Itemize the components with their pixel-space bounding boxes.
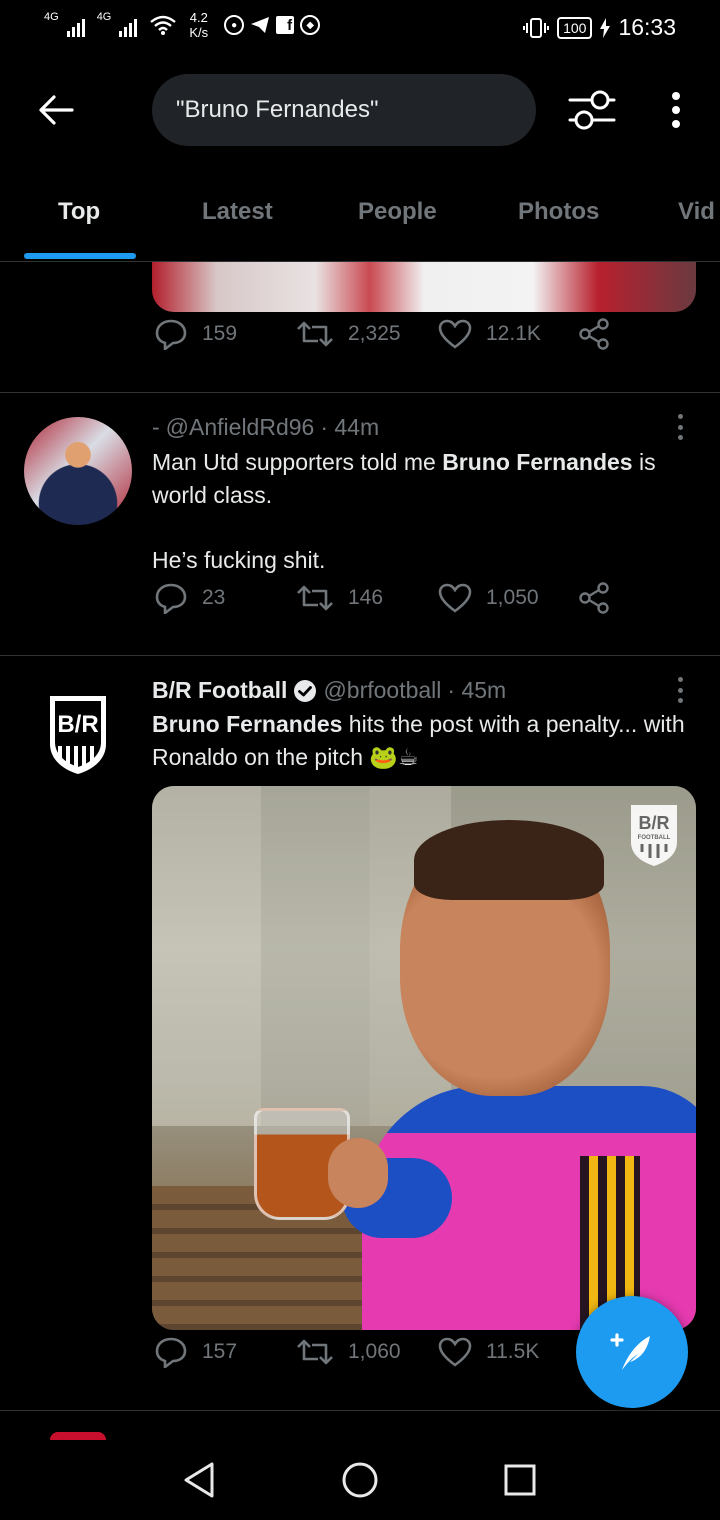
highlighted-term: Bruno Fernandes [442,449,633,475]
share-icon [579,318,609,350]
photo-person-hair [414,820,604,900]
tweet-text-paragraph: He’s fucking shit. [152,547,326,573]
vibrate-icon [523,17,550,38]
retweet-icon [297,321,333,347]
compose-tweet-button[interactable] [576,1296,688,1408]
back-button[interactable] [34,88,78,132]
more-options-button[interactable] [660,88,692,132]
br-football-watermark: B/R FOOTBALL [631,805,677,866]
tab-photos[interactable]: Photos [518,198,599,226]
divider [0,655,720,656]
reply-icon [155,583,187,614]
svg-text:B/R: B/R [639,813,670,833]
display-name[interactable]: - [152,414,160,441]
clock: 16:33 [618,14,676,40]
user-handle[interactable]: @AnfieldRd96 [166,414,315,441]
search-query: "Bruno Fernandes" [176,96,379,123]
signal-label: 4G [44,11,59,23]
share-button[interactable] [578,582,610,614]
tweet-header: - @AnfieldRd96 · 44m [152,414,379,441]
football-icon: ● [224,15,245,35]
retweet-button[interactable]: 1,060 [296,1337,401,1367]
system-navigation-bar [0,1440,720,1520]
compose-feather-icon [610,1333,650,1370]
reply-button[interactable]: 23 [154,582,225,614]
tweet-photo[interactable]: B/R FOOTBALL [152,786,696,1330]
avatar[interactable] [50,1432,106,1440]
club-crest-icon: ◆ [300,15,321,35]
retweet-icon [297,1339,333,1365]
active-tab-indicator [24,253,136,259]
charging-icon [600,17,611,38]
avatar[interactable] [24,417,132,525]
svg-text:B/R: B/R [57,711,98,738]
emoji: 🐸☕ [369,744,419,770]
display-name[interactable]: B/R Football [152,677,287,704]
battery-indicator: 100 [557,16,593,39]
tweet-time: · 45m [447,677,507,703]
status-bar: 4G 4G 4.2 K/s ● f ◆ 100 16:33 [0,0,720,56]
photo-person-hand [328,1138,388,1208]
br-football-logo: B/R [50,696,106,774]
reply-button[interactable]: 159 [154,318,237,350]
wifi-icon [150,15,177,35]
tweet-time: · 44m [320,414,380,440]
tweet-more-button[interactable] [674,414,686,440]
svg-text:FOOTBALL: FOOTBALL [638,835,671,841]
sliders-icon [568,90,616,130]
facebook-icon: f [276,16,295,34]
signal-icon [66,13,85,37]
retweet-button[interactable]: 2,325 [296,319,401,349]
reply-button[interactable]: 157 [154,1336,237,1368]
heart-icon [438,583,472,613]
highlighted-term: Bruno Fernandes [152,711,343,737]
like-button[interactable]: 1,050 [438,583,539,613]
share-button[interactable] [578,318,610,350]
tweet-feed[interactable]: 159 2,325 12.1K - @AnfieldRd96 · 44m Man… [0,262,720,1440]
tweet-more-button[interactable] [674,677,686,703]
tab-people[interactable]: People [358,198,437,226]
nav-home-icon[interactable] [340,1460,380,1500]
divider [0,392,720,393]
heart-icon [438,319,472,349]
tab-videos[interactable]: Vid [678,198,715,226]
tweet-image[interactable] [152,262,696,312]
verified-badge-icon [294,679,317,702]
nav-back-icon[interactable] [180,1460,220,1500]
arrow-left-icon [39,95,74,125]
avatar[interactable]: B/R [24,680,132,788]
signal-icon [119,13,138,37]
signal-label: 4G [96,11,112,23]
tab-latest[interactable]: Latest [202,198,273,226]
share-icon [579,582,609,614]
search-tabs: Top Latest People Photos Vid [0,180,720,262]
nav-recents-icon[interactable] [500,1460,540,1500]
dot [672,106,680,114]
search-input[interactable]: "Bruno Fernandes" [152,74,536,146]
network-speed: 4.2 K/s [189,10,209,40]
retweet-icon [297,585,333,611]
user-handle[interactable]: @brfootball [323,677,441,704]
tweet-text: Bruno Fernandes hits the post with a pen… [152,711,685,770]
telegram-icon [251,17,270,33]
search-filter-button[interactable] [566,86,618,134]
tweet-header: B/R Football @brfootball · 45m [152,677,506,704]
like-button[interactable]: 12.1K [438,319,541,349]
dot [672,120,680,128]
divider [0,1410,720,1411]
tab-top[interactable]: Top [58,198,100,226]
reply-icon [155,319,187,350]
like-button[interactable]: 11.5K [438,1337,539,1367]
tweet-text: Man Utd supporters told me Bruno Fernand… [152,449,656,508]
reply-icon [155,1337,187,1368]
heart-icon [438,1337,472,1367]
retweet-button[interactable]: 146 [296,583,383,613]
dot [672,92,680,100]
